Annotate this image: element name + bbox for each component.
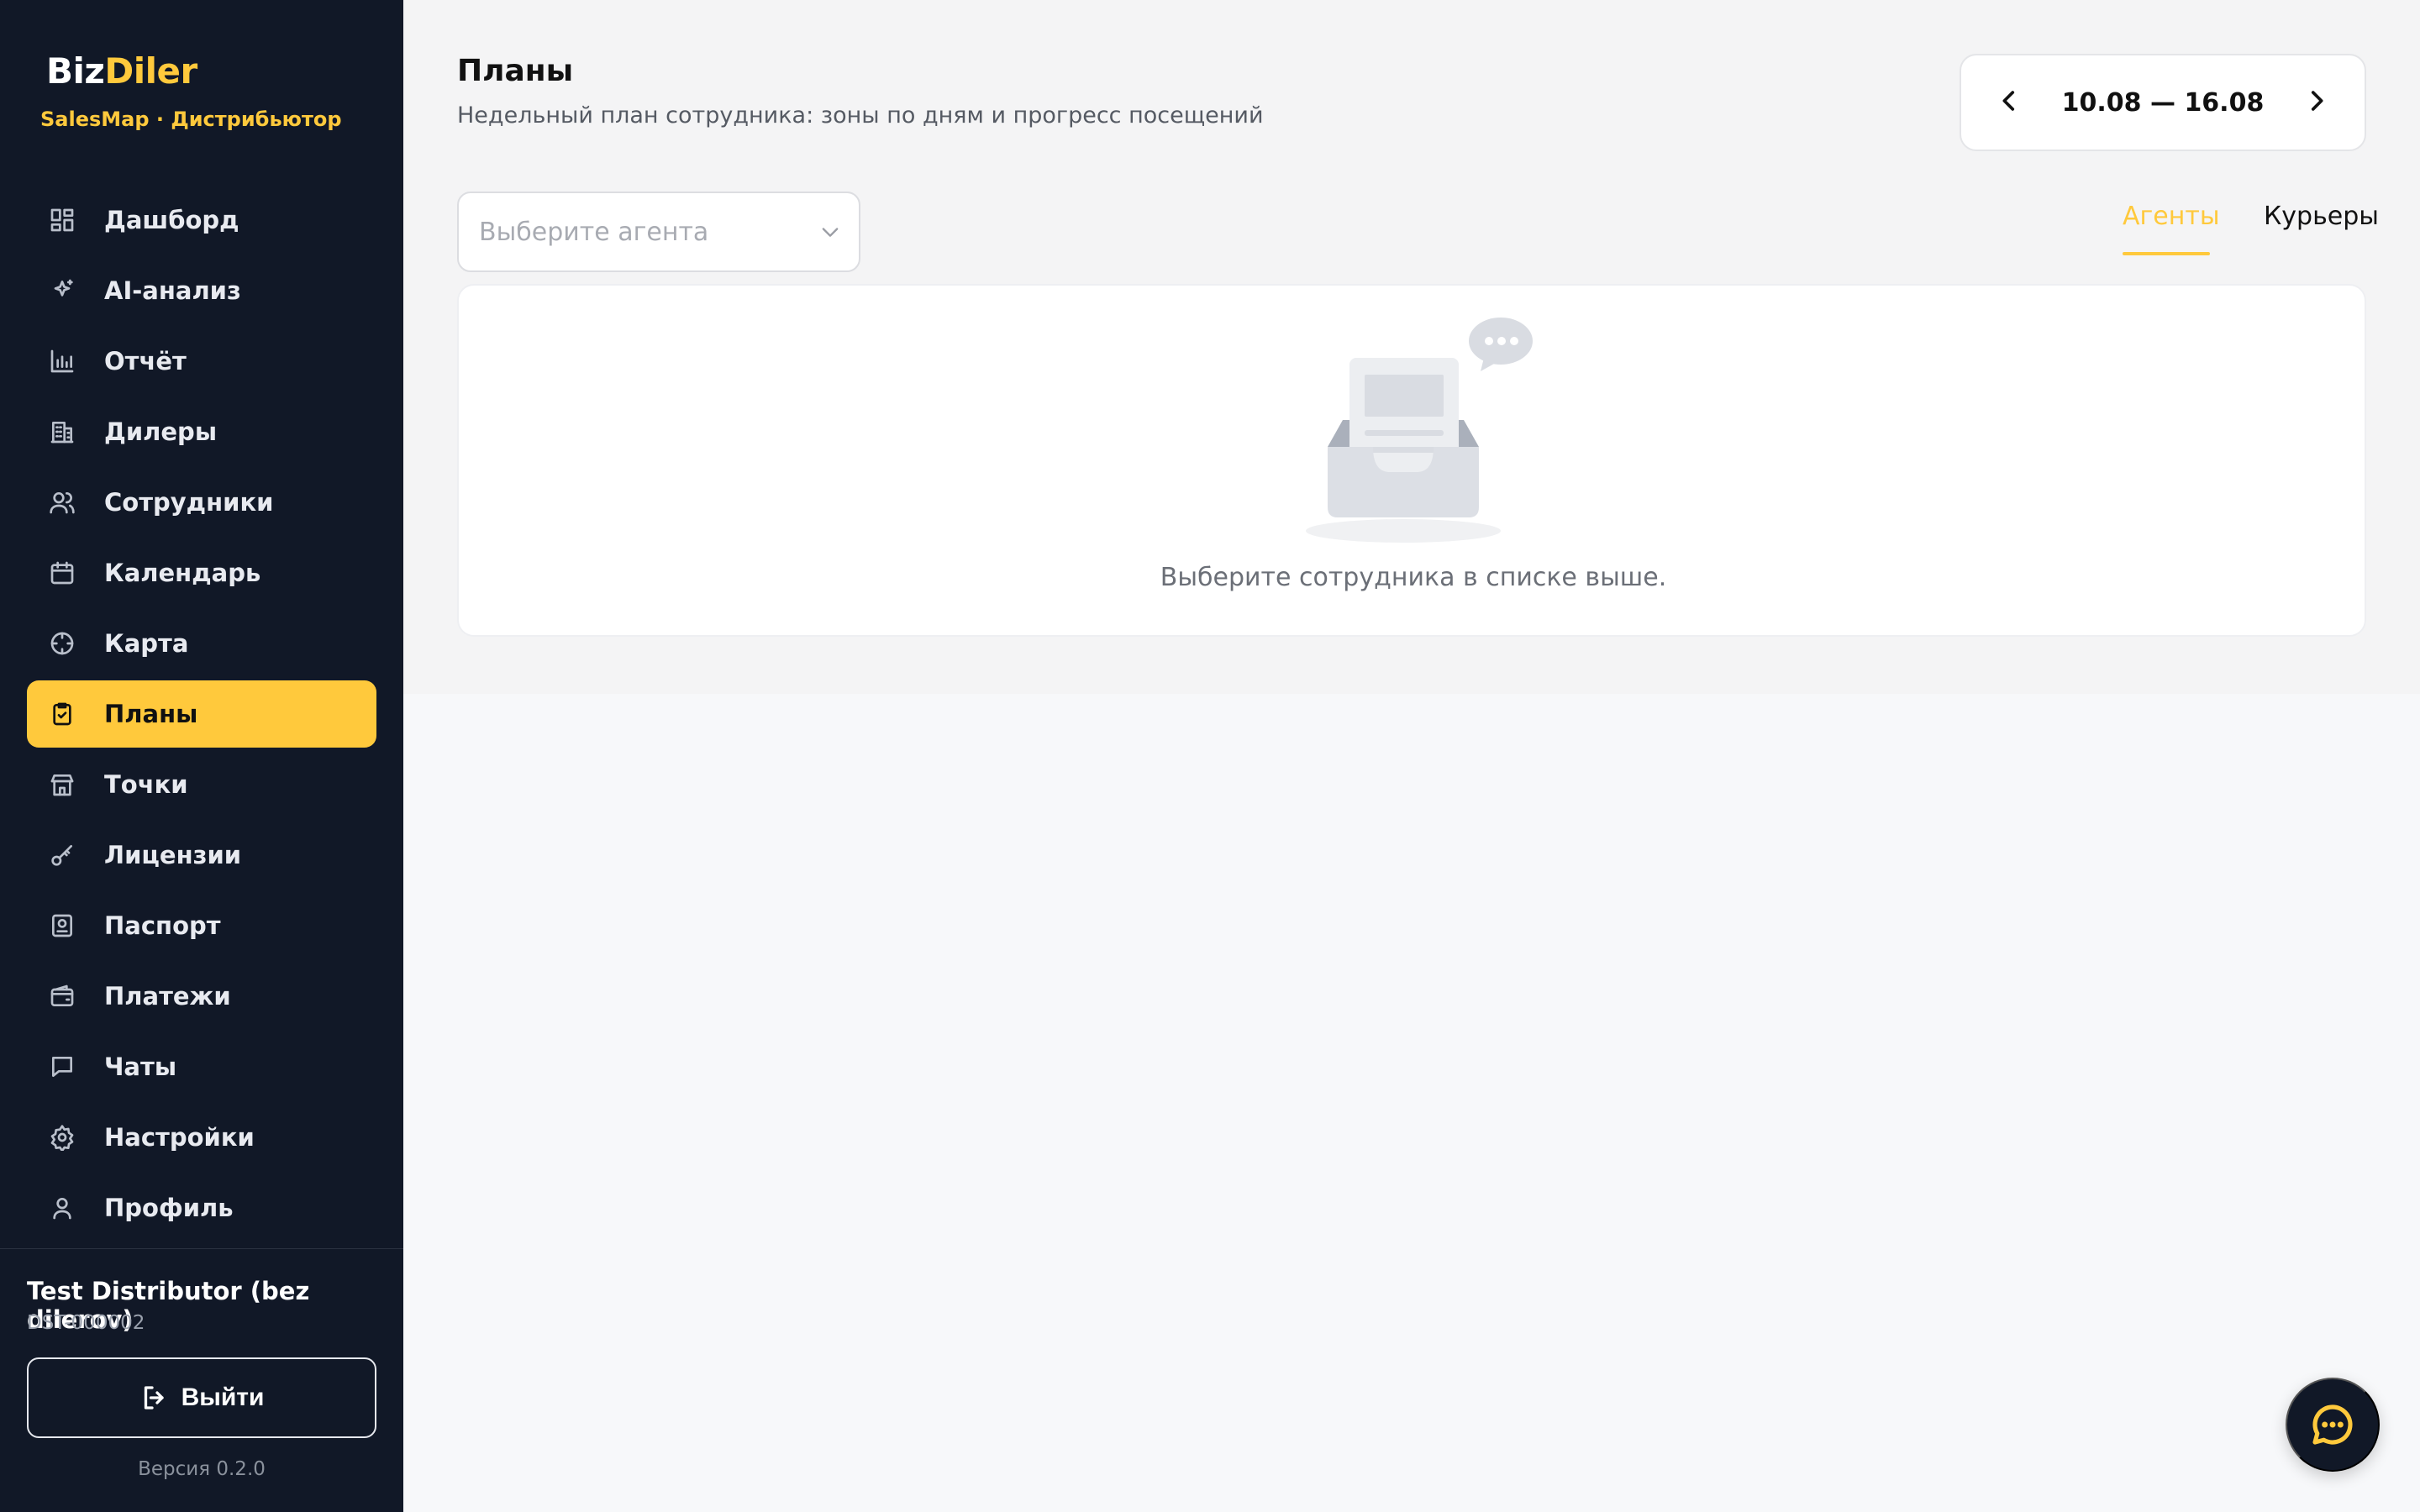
sidebar-item-label: Платежи bbox=[104, 982, 231, 1011]
week-navigator: 10.08 — 16.08 bbox=[1960, 54, 2366, 151]
logout-icon bbox=[144, 1386, 164, 1410]
tab-couriers[interactable]: Курьеры bbox=[2264, 202, 2379, 231]
agent-select[interactable]: Выберите агента bbox=[457, 192, 860, 272]
sidebar-item-label: Паспорт bbox=[104, 911, 221, 940]
crosshair-icon bbox=[47, 628, 77, 659]
chat-fab-button[interactable] bbox=[2286, 1378, 2380, 1472]
store-icon bbox=[47, 769, 77, 800]
sidebar-item-label: Профиль bbox=[104, 1194, 234, 1222]
chat-bubble-icon bbox=[2312, 1404, 2353, 1445]
next-week-button[interactable] bbox=[2302, 87, 2331, 118]
empty-inbox-icon bbox=[1306, 318, 1533, 543]
tab-agents[interactable]: Агенты bbox=[2123, 202, 2220, 231]
user-icon bbox=[47, 1193, 77, 1223]
sidebar-item-label: Точки bbox=[104, 770, 188, 799]
calendar-icon bbox=[47, 558, 77, 588]
sidebar: BizDiler SalesMap · Дистрибьютор Дашборд… bbox=[0, 0, 403, 1512]
agent-select-placeholder: Выберите агента bbox=[479, 217, 709, 247]
sidebar-item-ai-analysis[interactable]: AI-анализ bbox=[27, 257, 376, 324]
sidebar-item-label: Сотрудники bbox=[104, 488, 274, 517]
brand-logo-part2: Diler bbox=[104, 50, 197, 92]
sidebar-item-label: Дашборд bbox=[104, 206, 239, 234]
sidebar-item-chats[interactable]: Чаты bbox=[27, 1033, 376, 1100]
empty-state-text: Выберите сотрудника в списке выше. bbox=[1160, 563, 1667, 592]
sidebar-item-points[interactable]: Точки bbox=[27, 751, 376, 818]
sidebar-item-label: Карта bbox=[104, 629, 189, 658]
sidebar-item-calendar[interactable]: Календарь bbox=[27, 539, 376, 606]
sidebar-divider bbox=[0, 1248, 403, 1249]
page-subtitle: Недельный план сотрудника: зоны по дням … bbox=[457, 102, 1264, 129]
sidebar-item-profile[interactable]: Профиль bbox=[27, 1174, 376, 1242]
sidebar-item-label: AI-анализ bbox=[104, 276, 241, 305]
sidebar-item-payments[interactable]: Платежи bbox=[27, 963, 376, 1030]
wallet-icon bbox=[47, 981, 77, 1011]
sidebar-item-label: Планы bbox=[104, 700, 198, 728]
sidebar-item-map[interactable]: Карта bbox=[27, 610, 376, 677]
sidebar-item-passport[interactable]: Паспорт bbox=[27, 892, 376, 959]
id-card-icon bbox=[47, 911, 77, 941]
prev-week-button[interactable] bbox=[1995, 87, 2023, 118]
sidebar-item-label: Настройки bbox=[104, 1123, 255, 1152]
sidebar-item-dashboard[interactable]: Дашборд bbox=[27, 186, 376, 254]
sidebar-item-dealers[interactable]: Дилеры bbox=[27, 398, 376, 465]
building-icon bbox=[47, 417, 77, 447]
sidebar-item-label: Чаты bbox=[104, 1053, 177, 1081]
app-version: Версия 0.2.0 bbox=[138, 1458, 266, 1480]
users-icon bbox=[47, 487, 77, 517]
chevron-down-icon bbox=[822, 228, 839, 237]
empty-state-card: Выберите сотрудника в списке выше. bbox=[457, 284, 2366, 637]
logout-button[interactable]: Выйти bbox=[27, 1357, 376, 1438]
sidebar-item-employees[interactable]: Сотрудники bbox=[27, 469, 376, 536]
sidebar-item-plans[interactable]: Планы bbox=[27, 680, 376, 748]
chevron-left-icon bbox=[2002, 91, 2015, 111]
brand-logo[interactable]: BizDiler bbox=[46, 50, 197, 92]
sidebar-nav: Дашборд AI-анализ Отчёт Дилеры Сотрудник… bbox=[27, 186, 376, 1245]
week-range: 10.08 — 16.08 bbox=[2061, 87, 2265, 118]
logout-label: Выйти bbox=[181, 1383, 265, 1411]
chevron-right-icon bbox=[2311, 91, 2323, 111]
dashboard-icon bbox=[47, 205, 77, 235]
sidebar-item-settings[interactable]: Настройки bbox=[27, 1104, 376, 1171]
bar-chart-icon bbox=[47, 346, 77, 376]
sidebar-item-label: Дилеры bbox=[104, 417, 218, 446]
clipboard-check-icon bbox=[47, 699, 77, 729]
page-title: Планы bbox=[457, 54, 574, 88]
account-id: DST-000002 bbox=[27, 1312, 145, 1334]
sidebar-item-label: Лицензии bbox=[104, 841, 242, 869]
brand-subtitle: SalesMap · Дистрибьютор bbox=[40, 108, 342, 131]
sidebar-item-label: Отчёт bbox=[104, 347, 187, 375]
sidebar-item-label: Календарь bbox=[104, 559, 261, 587]
chat-icon bbox=[47, 1052, 77, 1082]
sidebar-item-licenses[interactable]: Лицензии bbox=[27, 822, 376, 889]
sidebar-item-report[interactable]: Отчёт bbox=[27, 328, 376, 395]
key-icon bbox=[47, 840, 77, 870]
sparkle-icon bbox=[47, 276, 77, 306]
gear-icon bbox=[47, 1122, 77, 1152]
active-tab-indicator bbox=[2123, 252, 2210, 255]
brand-logo-part1: Biz bbox=[46, 50, 105, 92]
